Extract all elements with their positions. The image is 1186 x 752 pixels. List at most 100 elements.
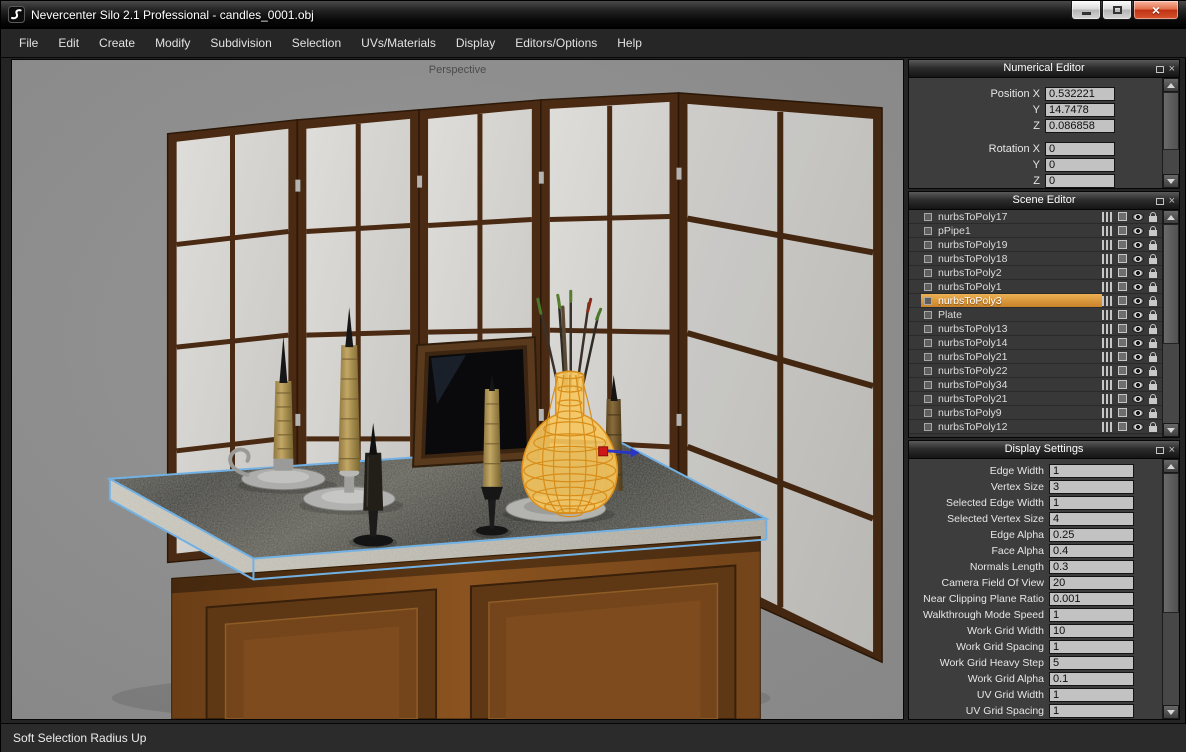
menu-item[interactable]: Create <box>89 29 145 57</box>
scroll-down-button[interactable] <box>1163 423 1179 437</box>
menu-item[interactable]: Display <box>446 29 505 57</box>
visibility-toggle-icon[interactable] <box>1132 283 1144 291</box>
lock-toggle-icon[interactable] <box>1149 216 1157 222</box>
render-toggle-icon[interactable] <box>1118 324 1127 333</box>
lock-toggle-icon[interactable] <box>1149 314 1157 320</box>
visibility-toggle-icon[interactable] <box>1132 381 1144 389</box>
visibility-toggle-icon[interactable] <box>1132 395 1144 403</box>
setting-input[interactable] <box>1049 608 1134 622</box>
minimize-button[interactable] <box>1071 1 1101 20</box>
numeric-input[interactable] <box>1045 158 1115 172</box>
setting-input[interactable] <box>1049 480 1134 494</box>
render-toggle-icon[interactable] <box>1118 240 1127 249</box>
lock-toggle-icon[interactable] <box>1149 384 1157 390</box>
render-toggle-icon[interactable] <box>1118 310 1127 319</box>
material-slots-icon[interactable] <box>1102 254 1113 264</box>
material-slots-icon[interactable] <box>1102 268 1113 278</box>
setting-input[interactable] <box>1049 560 1134 574</box>
scene-object-main[interactable]: pPipe1 <box>921 224 1102 237</box>
setting-input[interactable] <box>1049 656 1134 670</box>
scroll-up-button[interactable] <box>1163 210 1179 224</box>
material-slots-icon[interactable] <box>1102 352 1113 362</box>
scene-object-row[interactable]: nurbsToPoly34 <box>909 378 1162 392</box>
menu-item[interactable]: Help <box>607 29 652 57</box>
scene-object-row[interactable]: nurbsToPoly9 <box>909 406 1162 420</box>
scene-object-main[interactable]: nurbsToPoly3 <box>921 294 1102 307</box>
render-toggle-icon[interactable] <box>1118 226 1127 235</box>
scene-object-row[interactable]: nurbsToPoly19 <box>909 238 1162 252</box>
setting-input[interactable] <box>1049 464 1134 478</box>
render-toggle-icon[interactable] <box>1118 352 1127 361</box>
setting-input[interactable] <box>1049 592 1134 606</box>
setting-input[interactable] <box>1049 576 1134 590</box>
scene-object-main[interactable]: nurbsToPoly2 <box>921 266 1102 279</box>
scene-object-row[interactable]: nurbsToPoly3 <box>909 294 1162 308</box>
visibility-toggle-icon[interactable] <box>1132 367 1144 375</box>
material-slots-icon[interactable] <box>1102 422 1113 432</box>
scene-object-row[interactable]: nurbsToPoly22 <box>909 364 1162 378</box>
scene-object-main[interactable]: nurbsToPoly18 <box>921 252 1102 265</box>
menu-item[interactable]: UVs/Materials <box>351 29 446 57</box>
scene-object-row[interactable]: nurbsToPoly13 <box>909 322 1162 336</box>
scene-object-main[interactable]: nurbsToPoly21 <box>921 392 1102 405</box>
setting-input[interactable] <box>1049 528 1134 542</box>
close-panel-icon[interactable]: × <box>1169 445 1175 456</box>
render-toggle-icon[interactable] <box>1118 282 1127 291</box>
material-slots-icon[interactable] <box>1102 380 1113 390</box>
render-toggle-icon[interactable] <box>1118 408 1127 417</box>
close-panel-icon[interactable]: × <box>1169 64 1175 75</box>
lock-toggle-icon[interactable] <box>1149 286 1157 292</box>
scene-object-row[interactable]: pPipe1 <box>909 224 1162 238</box>
setting-input[interactable] <box>1049 496 1134 510</box>
render-toggle-icon[interactable] <box>1118 296 1127 305</box>
render-toggle-icon[interactable] <box>1118 212 1127 221</box>
scroll-down-button[interactable] <box>1163 174 1179 188</box>
scroll-up-button[interactable] <box>1163 459 1179 473</box>
visibility-toggle-icon[interactable] <box>1132 213 1144 221</box>
numeric-input[interactable] <box>1045 142 1115 156</box>
visibility-toggle-icon[interactable] <box>1132 227 1144 235</box>
material-slots-icon[interactable] <box>1102 212 1113 222</box>
visibility-toggle-icon[interactable] <box>1132 255 1144 263</box>
scene-object-row[interactable]: nurbsToPoly17 <box>909 210 1162 224</box>
scene-object-main[interactable]: nurbsToPoly9 <box>921 406 1102 419</box>
lock-toggle-icon[interactable] <box>1149 398 1157 404</box>
scroll-thumb[interactable] <box>1163 92 1179 150</box>
visibility-toggle-icon[interactable] <box>1132 409 1144 417</box>
scene-object-row[interactable]: Plate <box>909 308 1162 322</box>
menu-item[interactable]: Edit <box>48 29 89 57</box>
visibility-toggle-icon[interactable] <box>1132 339 1144 347</box>
maximize-button[interactable] <box>1102 1 1132 20</box>
lock-toggle-icon[interactable] <box>1149 426 1157 432</box>
scroll-thumb[interactable] <box>1163 224 1179 344</box>
scene-object-main[interactable]: nurbsToPoly17 <box>921 210 1102 223</box>
setting-input[interactable] <box>1049 624 1134 638</box>
scene-editor-header[interactable]: Scene Editor × <box>909 192 1179 210</box>
material-slots-icon[interactable] <box>1102 366 1113 376</box>
visibility-toggle-icon[interactable] <box>1132 241 1144 249</box>
material-slots-icon[interactable] <box>1102 310 1113 320</box>
menu-item[interactable]: Selection <box>282 29 351 57</box>
close-panel-icon[interactable]: × <box>1169 196 1175 207</box>
visibility-toggle-icon[interactable] <box>1132 353 1144 361</box>
scroll-up-button[interactable] <box>1163 78 1179 92</box>
visibility-toggle-icon[interactable] <box>1132 423 1144 431</box>
scene-editor-scrollbar[interactable] <box>1162 210 1179 437</box>
setting-input[interactable] <box>1049 688 1134 702</box>
menu-item[interactable]: File <box>9 29 48 57</box>
render-toggle-icon[interactable] <box>1118 366 1127 375</box>
material-slots-icon[interactable] <box>1102 408 1113 418</box>
visibility-toggle-icon[interactable] <box>1132 297 1144 305</box>
scene-object-row[interactable]: nurbsToPoly21 <box>909 350 1162 364</box>
scene-object-row[interactable]: nurbsToPoly1 <box>909 280 1162 294</box>
numeric-input[interactable] <box>1045 119 1115 133</box>
setting-input[interactable] <box>1049 704 1134 718</box>
scene-object-main[interactable]: nurbsToPoly22 <box>921 364 1102 377</box>
material-slots-icon[interactable] <box>1102 282 1113 292</box>
lock-toggle-icon[interactable] <box>1149 370 1157 376</box>
material-slots-icon[interactable] <box>1102 240 1113 250</box>
scene-object-main[interactable]: nurbsToPoly34 <box>921 378 1102 391</box>
scene-object-main[interactable]: nurbsToPoly21 <box>921 350 1102 363</box>
scroll-down-button[interactable] <box>1163 705 1179 719</box>
menu-item[interactable]: Editors/Options <box>505 29 607 57</box>
